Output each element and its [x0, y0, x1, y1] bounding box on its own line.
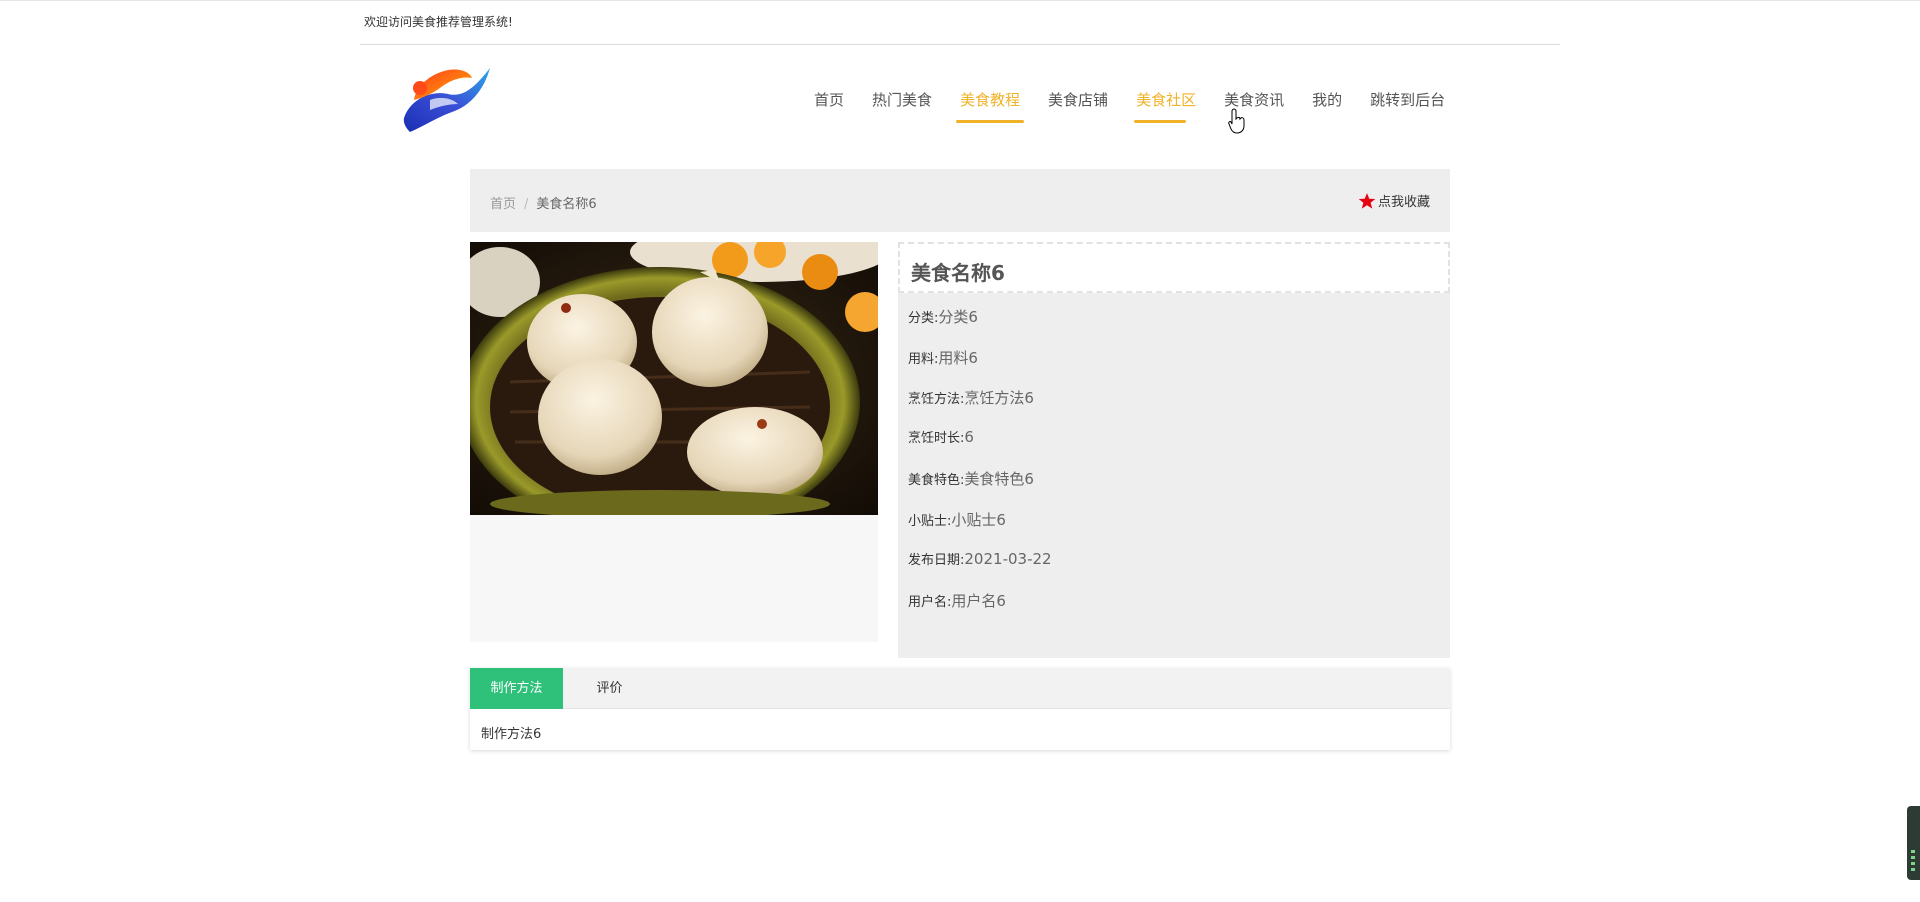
- food-title-box: 美食名称6: [898, 242, 1450, 293]
- brand-logo-icon[interactable]: [400, 60, 492, 136]
- hand-cursor-icon: [1228, 108, 1245, 134]
- tab-reviews[interactable]: 评价: [563, 668, 656, 709]
- widget-indicator: [1911, 862, 1915, 865]
- welcome-bar: 欢迎访问美食推荐管理系统!: [360, 0, 1560, 45]
- info-value: 用料6: [938, 349, 978, 367]
- info-value: 2021-03-22: [964, 550, 1052, 568]
- info-row-cooking-time: 烹饪时长:6: [908, 427, 974, 446]
- food-info-panel: 美食名称6 分类:分类6 用料:用料6 烹饪方法:烹饪方法6 烹饪时长:6 美食…: [898, 242, 1450, 658]
- info-label: 用户名:: [908, 595, 952, 610]
- breadcrumb-current: 美食名称6: [536, 197, 597, 212]
- info-label: 小贴士:: [908, 514, 952, 529]
- tab-content: 制作方法6: [481, 727, 542, 742]
- tabs-panel: 制作方法 评价 制作方法6: [470, 668, 1450, 750]
- food-image-panel: [470, 242, 878, 642]
- info-row-cooking-method: 烹饪方法:烹饪方法6: [908, 387, 1034, 408]
- info-label: 分类:: [908, 311, 939, 326]
- nav-active-underline: [956, 120, 1025, 123]
- info-value: 小贴士6: [951, 511, 1006, 529]
- nav-item-food-community[interactable]: 美食社区: [1122, 90, 1210, 126]
- info-row-food-feature: 美食特色:美食特色6: [908, 468, 1034, 489]
- info-value: 美食特色6: [964, 470, 1034, 488]
- side-widget[interactable]: [1907, 806, 1920, 880]
- food-title: 美食名称6: [911, 261, 1005, 285]
- main-nav: 首页 热门美食 美食教程 美食店铺 美食社区 美食资讯 我的 跳转到后台: [800, 90, 1459, 126]
- widget-indicator: [1911, 868, 1915, 871]
- breadcrumb-separator: /: [524, 197, 529, 212]
- info-value: 烹饪方法6: [964, 389, 1034, 407]
- star-icon: [1358, 192, 1376, 209]
- favorite-label: 点我收藏: [1377, 195, 1430, 210]
- info-label: 烹饪方法:: [908, 392, 965, 407]
- nav-item-hot-food[interactable]: 热门美食: [858, 90, 946, 126]
- info-value: 用户名6: [951, 592, 1006, 610]
- widget-indicator: [1911, 850, 1915, 853]
- favorite-button[interactable]: 点我收藏: [1358, 191, 1430, 210]
- food-photo: [470, 242, 878, 515]
- nav-item-food-store[interactable]: 美食店铺: [1034, 90, 1122, 126]
- breadcrumb-home-link[interactable]: 首页: [490, 197, 516, 212]
- info-row-category: 分类:分类6: [908, 306, 978, 327]
- info-label: 用料:: [908, 352, 939, 367]
- page: 欢迎访问美食推荐管理系统! 首页 热门美食 美食教程 美食店铺 美食社区 美食资…: [0, 0, 1920, 902]
- widget-indicator: [1911, 856, 1915, 859]
- tab-making-method[interactable]: 制作方法: [470, 668, 563, 709]
- info-row-publish-date: 发布日期:2021-03-22: [908, 549, 1052, 568]
- welcome-text: 欢迎访问美食推荐管理系统!: [364, 15, 513, 29]
- info-value: 分类6: [938, 308, 978, 326]
- info-row-username: 用户名:用户名6: [908, 590, 1006, 611]
- nav-hover-underline: [1134, 120, 1187, 123]
- nav-item-go-backend[interactable]: 跳转到后台: [1356, 90, 1459, 126]
- nav-item-home[interactable]: 首页: [800, 90, 858, 126]
- tab-bar: 制作方法 评价: [470, 668, 1450, 709]
- info-value: 6: [964, 428, 974, 446]
- info-row-tips: 小贴士:小贴士6: [908, 509, 1006, 530]
- info-label: 发布日期:: [908, 553, 965, 568]
- info-label: 烹饪时长:: [908, 431, 965, 446]
- nav-item-food-tutorial[interactable]: 美食教程: [946, 90, 1034, 126]
- breadcrumb: 首页 / 美食名称6: [490, 193, 597, 212]
- info-row-ingredients: 用料:用料6: [908, 347, 978, 368]
- nav-item-food-news[interactable]: 美食资讯: [1210, 90, 1298, 126]
- info-label: 美食特色:: [908, 473, 965, 488]
- breadcrumb-bar: 首页 / 美食名称6 点我收藏: [470, 169, 1450, 232]
- nav-item-mine[interactable]: 我的: [1298, 90, 1356, 126]
